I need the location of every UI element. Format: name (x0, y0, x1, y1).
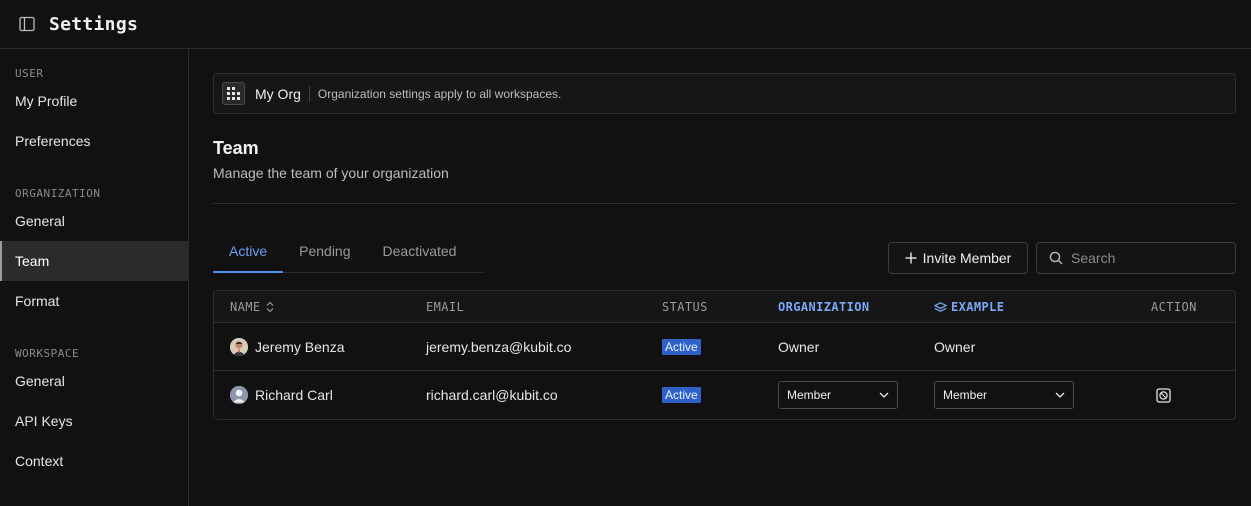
main-content: My Org Organization settings apply to al… (189, 49, 1251, 506)
avatar (230, 338, 248, 356)
org-divider (308, 85, 310, 102)
org-role: Owner (778, 339, 820, 355)
tab-pending[interactable]: Pending (283, 239, 366, 273)
status-badge-cell: Active (662, 323, 701, 371)
status-badge: Active (662, 339, 701, 355)
invite-member-label: Invite Member (922, 250, 1012, 266)
sidebar: USER My Profile Preferences ORGANIZATION… (0, 49, 189, 506)
org-banner: My Org Organization settings apply to al… (213, 73, 1236, 114)
sidebar-item-label: General (15, 373, 65, 389)
member-name: Jeremy Benza (255, 339, 345, 355)
sort-icon[interactable] (266, 301, 274, 313)
member-name-cell: Richard Carl (230, 371, 333, 419)
col-header-organization: ORGANIZATION (778, 300, 870, 314)
plus-icon (905, 252, 917, 264)
grid-icon (222, 82, 245, 105)
sidebar-item-format[interactable]: Format (0, 281, 188, 321)
workspace-role-select[interactable]: Member (934, 381, 1074, 409)
invite-member-button[interactable]: Invite Member (888, 242, 1028, 274)
sidebar-item-label: Context (15, 453, 64, 469)
table-row: Jeremy Benza jeremy.benza@kubit.co Activ… (214, 323, 1235, 371)
sidebar-item-label: Preferences (15, 133, 91, 149)
org-role-cell: Member (778, 371, 898, 419)
search-icon (1049, 251, 1063, 265)
sidebar-item-label: My Profile (15, 93, 78, 109)
status-badge-cell: Active (662, 371, 701, 419)
section-divider (213, 203, 1236, 204)
col-header-name-label: NAME (230, 300, 261, 314)
page-title-settings: Settings (49, 13, 139, 35)
member-email: richard.carl@kubit.co (426, 387, 558, 403)
sidebar-item-label: API Keys (15, 413, 73, 429)
layers-icon (934, 301, 947, 313)
search-field[interactable] (1036, 242, 1236, 274)
col-header-workspace: EXAMPLE (934, 291, 1004, 323)
sidebar-section-organization: ORGANIZATION (15, 187, 101, 200)
table-row: Richard Carl richard.carl@kubit.co Activ… (214, 371, 1235, 419)
search-input[interactable] (1071, 250, 1221, 266)
workspace-role: Owner (934, 339, 976, 355)
sidebar-toggle-icon[interactable] (18, 15, 36, 33)
action-cell (1155, 371, 1171, 419)
table-header: NAME EMAIL STATUS ORGANIZATION EXAMPLE A… (214, 291, 1235, 323)
tab-active[interactable]: Active (213, 239, 284, 273)
chevron-down-icon (879, 392, 889, 398)
org-name: My Org (255, 85, 301, 102)
col-header-name[interactable]: NAME (230, 291, 274, 323)
section-subtitle: Manage the team of your organization (213, 165, 449, 181)
workspace-role-cell: Member (934, 371, 1074, 419)
workspace-role-value: Member (943, 388, 988, 402)
sidebar-item-ws-general[interactable]: General (0, 361, 188, 401)
chevron-down-icon (1055, 392, 1065, 398)
col-header-action: ACTION (1151, 300, 1197, 314)
tab-deactivated[interactable]: Deactivated (367, 239, 473, 273)
sidebar-section-workspace: WORKSPACE (15, 347, 80, 360)
member-name-cell: Jeremy Benza (230, 323, 344, 371)
sidebar-item-label: General (15, 213, 65, 229)
sidebar-item-org-general[interactable]: General (0, 201, 188, 241)
col-header-status: STATUS (662, 300, 708, 314)
team-table: NAME EMAIL STATUS ORGANIZATION EXAMPLE A… (213, 290, 1236, 420)
top-bar: Settings (0, 0, 1251, 49)
sidebar-item-label: Format (15, 293, 60, 309)
sidebar-item-label: Team (15, 253, 50, 269)
sidebar-item-my-profile[interactable]: My Profile (0, 81, 188, 121)
sidebar-item-preferences[interactable]: Preferences (0, 121, 188, 161)
member-name: Richard Carl (255, 387, 333, 403)
org-role-select[interactable]: Member (778, 381, 898, 409)
sidebar-item-api-keys[interactable]: API Keys (0, 401, 188, 441)
deactivate-user-icon[interactable] (1155, 387, 1171, 403)
sidebar-item-context[interactable]: Context (0, 441, 188, 481)
avatar (230, 386, 248, 404)
sidebar-section-user: USER (15, 67, 44, 80)
org-role-value: Member (787, 388, 832, 402)
member-email: jeremy.benza@kubit.co (426, 339, 572, 355)
member-tabs: Active Pending Deactivated (213, 239, 483, 273)
col-header-workspace-label: EXAMPLE (951, 300, 1005, 314)
status-badge: Active (662, 387, 701, 403)
org-description: Organization settings apply to all works… (317, 86, 562, 101)
section-title: Team (213, 138, 259, 158)
col-header-email: EMAIL (426, 300, 465, 314)
sidebar-item-team[interactable]: Team (0, 241, 188, 281)
